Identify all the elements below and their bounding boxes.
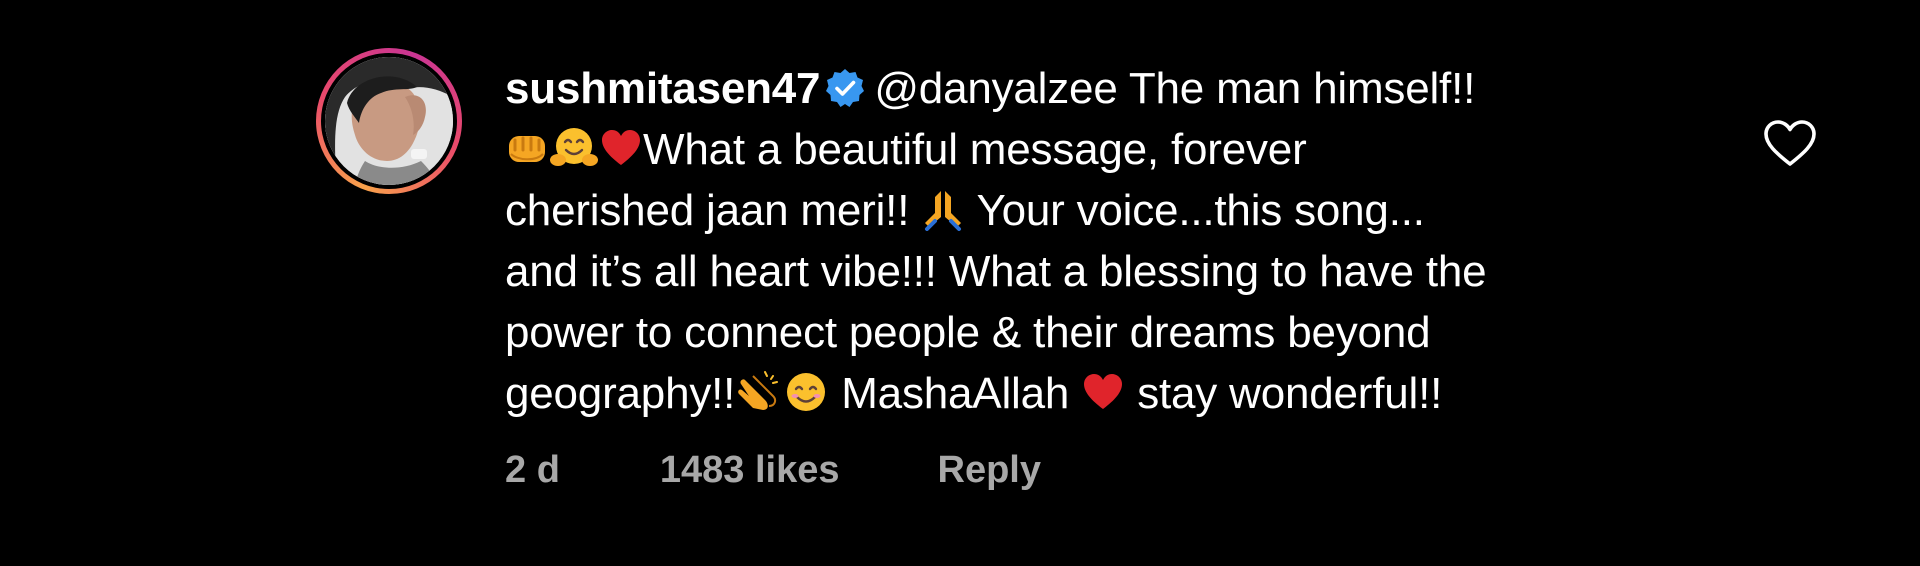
comment-line-5: power to connect people & their dreams b… <box>505 302 1685 363</box>
folded-hands-emoji-icon <box>921 186 965 247</box>
comment-line-4: and it’s all heart vibe!!! What a blessi… <box>505 241 1685 302</box>
comment-text-segment: stay wonderful!! <box>1125 369 1443 418</box>
comment-text-segment: cherished jaan meri!! <box>505 186 922 235</box>
avatar[interactable] <box>325 57 453 185</box>
smiling-face-emoji-icon <box>783 369 829 430</box>
comment-meta: 2 d 1483 likes Reply <box>505 445 1041 495</box>
comment-text-segment: What a beautiful message, forever <box>643 125 1307 174</box>
verified-badge-icon <box>824 64 866 125</box>
reply-button[interactable]: Reply <box>938 449 1041 492</box>
comment-line-2: What a beautiful message, forever <box>505 119 1685 180</box>
avatar-photo <box>325 57 453 185</box>
comment-text-segment: and it’s all heart vibe!!! What a blessi… <box>505 247 1487 296</box>
comment-text-segment: Your voice...this song... <box>965 186 1425 235</box>
comment-text-segment: MashaAllah <box>829 369 1082 418</box>
comment-line-6: geography!! MashaAllah stay wonderful!! <box>505 363 1685 424</box>
comment-text-segment: The man himself!! <box>1117 64 1476 113</box>
comment-line-3: cherished jaan meri!! Your voice...this … <box>505 180 1685 241</box>
mention-link[interactable]: @danyalzee <box>874 64 1117 113</box>
likes-count-link[interactable]: 1483 likes <box>660 449 840 492</box>
timestamp: 2 d <box>505 448 560 491</box>
like-button[interactable] <box>1762 118 1818 168</box>
comment-text-segment: power to connect people & their dreams b… <box>505 308 1431 357</box>
clapping-hands-emoji-icon <box>735 369 783 430</box>
heart-outline-icon <box>1764 120 1816 166</box>
comment-line-1: sushmitasen47 @danyalzee The man himself!… <box>505 58 1685 119</box>
comment: sushmitasen47 @danyalzee The man himself!… <box>0 0 1920 566</box>
avatar-border <box>321 53 457 189</box>
hugging-face-emoji-icon <box>549 125 599 186</box>
username-link[interactable]: sushmitasen47 <box>505 64 821 113</box>
comment-text-segment: geography!! <box>505 369 736 418</box>
comment-text: sushmitasen47 @danyalzee The man himself!… <box>505 58 1685 424</box>
red-heart-emoji-icon <box>1081 369 1125 430</box>
story-ring[interactable] <box>316 48 462 194</box>
red-heart-emoji-icon <box>599 125 643 186</box>
fist-emoji-icon <box>505 125 549 186</box>
